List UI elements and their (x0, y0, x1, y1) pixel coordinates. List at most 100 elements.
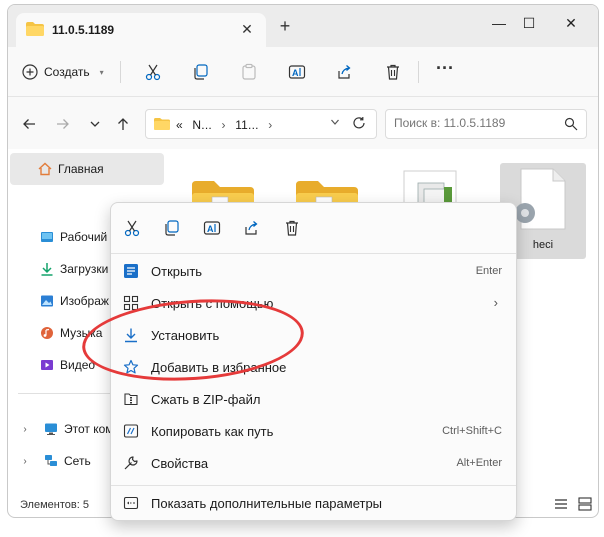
copy-icon (194, 64, 208, 80)
recent-locations-button[interactable] (84, 113, 106, 135)
open-icon (123, 263, 139, 279)
install-icon (123, 327, 139, 343)
title-bar: 11.0.5.1189 ✕ + — ☐ ✕ (8, 5, 598, 47)
tab-current-folder[interactable]: 11.0.5.1189 ✕ (16, 13, 266, 47)
breadcrumb-overflow[interactable]: « (176, 118, 183, 132)
item-count: Элементов: 5 (20, 499, 89, 511)
context-cut-button[interactable] (121, 217, 143, 239)
context-quick-actions: A (111, 203, 516, 253)
address-bar[interactable]: « N... › 11... › (145, 109, 377, 139)
breadcrumb-item[interactable]: 11... (235, 118, 258, 132)
arrow-left-icon (23, 119, 35, 129)
search-box[interactable] (385, 109, 587, 139)
folder-icon (26, 22, 44, 36)
chevron-right-icon: › (493, 295, 498, 310)
pictures-icon (41, 295, 53, 307)
sidebar-item-videos[interactable]: Видео (40, 353, 95, 377)
breadcrumb-item[interactable]: N... (192, 118, 211, 132)
paste-button[interactable] (238, 61, 260, 83)
chevron-down-icon (331, 119, 339, 125)
address-history-button[interactable] (330, 117, 340, 130)
context-item-label: Показать дополнительные параметры (151, 496, 383, 511)
minimize-button[interactable]: — (484, 11, 514, 35)
new-tab-button[interactable]: + (276, 17, 294, 35)
folder-icon (154, 118, 170, 130)
context-item-label: Копировать как путь (151, 424, 274, 439)
tab-close-icon[interactable]: ✕ (238, 20, 256, 38)
more-options-icon (123, 495, 139, 511)
context-item-label: Открыть с помощью (151, 296, 274, 311)
sidebar-item-home[interactable]: Главная (10, 153, 164, 185)
toolbar-divider (120, 61, 121, 83)
tiles-view-icon[interactable] (578, 497, 592, 511)
context-delete-button[interactable] (281, 217, 303, 239)
plus-circle-icon (22, 64, 38, 80)
forward-button[interactable] (52, 113, 74, 135)
context-item-copy-path[interactable]: Копировать как путь Ctrl+Shift+C (111, 415, 516, 447)
context-item-compress-zip[interactable]: Сжать в ZIP-файл (111, 383, 516, 415)
sidebar-item-label: Главная (58, 162, 104, 176)
cut-icon (145, 64, 161, 81)
sidebar-item-network[interactable]: › Сеть (20, 449, 90, 473)
music-icon (41, 327, 53, 339)
chevron-right-icon[interactable]: › (20, 424, 30, 435)
maximize-button[interactable]: ☐ (514, 11, 544, 35)
chevron-right-icon[interactable]: › (20, 456, 30, 467)
rename-icon: A (203, 221, 221, 235)
context-item-open-with[interactable]: Открыть с помощью › (111, 287, 516, 319)
videos-icon (41, 360, 53, 370)
sidebar-item-label: Музыка (60, 326, 103, 340)
sidebar-item-this-pc[interactable]: › Этот комп (20, 417, 120, 441)
context-item-open[interactable]: Открыть Enter (111, 255, 516, 287)
sidebar-item-pictures[interactable]: Изображ (40, 289, 109, 313)
copy-button[interactable] (190, 61, 212, 83)
sidebar-item-music[interactable]: Музыка (40, 321, 102, 345)
rename-icon: A (288, 65, 306, 79)
chevron-right-icon: › (221, 118, 226, 132)
context-item-shortcut: Ctrl+Shift+C (442, 425, 502, 437)
properties-icon (123, 455, 139, 471)
copy-icon (165, 220, 179, 236)
context-item-show-more-options[interactable]: Показать дополнительные параметры (111, 487, 516, 519)
network-icon (45, 455, 57, 466)
context-item-label: Добавить в избранное (151, 360, 287, 375)
delete-icon (387, 64, 399, 80)
context-divider (111, 485, 516, 486)
close-button[interactable]: ✕ (556, 11, 586, 35)
breadcrumb: « N... › 11... › (176, 118, 278, 132)
sidebar-item-downloads[interactable]: Загрузки (40, 257, 108, 281)
back-button[interactable] (18, 113, 40, 135)
context-item-install[interactable]: Установить (111, 319, 516, 351)
zip-icon (123, 391, 139, 407)
cut-button[interactable] (142, 61, 164, 83)
context-item-properties[interactable]: Свойства Alt+Enter (111, 447, 516, 479)
more-options-button[interactable]: ··· (434, 59, 456, 83)
chevron-down-icon (90, 121, 100, 127)
delete-icon (286, 220, 298, 236)
create-button[interactable]: Создать ▾ (22, 61, 104, 83)
chevron-down-icon: ▾ (99, 67, 104, 77)
command-bar: Создать ▾ A ··· (8, 47, 598, 97)
details-view-icon[interactable] (554, 497, 568, 511)
delete-button[interactable] (382, 61, 404, 83)
svg-text:A: A (207, 224, 214, 234)
context-copy-button[interactable] (161, 217, 183, 239)
context-item-add-favorite[interactable]: Добавить в избранное (111, 351, 516, 383)
search-input[interactable] (394, 116, 554, 130)
navigation-row: « N... › 11... › (8, 97, 598, 149)
context-item-shortcut: Enter (475, 265, 502, 277)
context-share-button[interactable] (241, 217, 263, 239)
open-with-icon (123, 295, 139, 311)
copy-path-icon (123, 423, 139, 439)
sidebar-item-desktop[interactable]: Рабочий (40, 225, 107, 249)
context-rename-button[interactable]: A (201, 217, 223, 239)
share-button[interactable] (334, 61, 356, 83)
refresh-icon[interactable] (352, 116, 366, 130)
sidebar-item-label: Видео (60, 358, 96, 372)
context-item-label: Свойства (151, 456, 209, 471)
sidebar-item-label: Изображ (60, 294, 109, 308)
up-button[interactable] (112, 113, 134, 135)
svg-text:A: A (292, 68, 299, 78)
sidebar-item-label: Рабочий (60, 230, 108, 244)
rename-button[interactable]: A (286, 61, 308, 83)
